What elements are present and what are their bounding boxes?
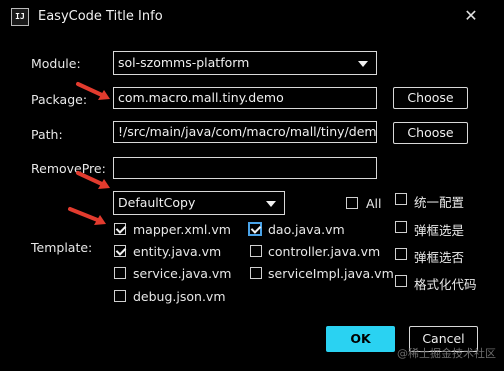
template-label-mapper: mapper.xml.vm (133, 222, 231, 237)
all-label: All (366, 196, 382, 211)
template-label-dao: dao.java.vm (268, 222, 345, 237)
close-icon[interactable]: ✕ (460, 5, 482, 27)
package-input[interactable]: com.macro.mall.tiny.demo (113, 87, 377, 109)
package-choose-button[interactable]: Choose (393, 87, 468, 109)
chevron-down-icon (266, 201, 276, 207)
annotation-arrow-icon (68, 207, 106, 225)
all-checkbox[interactable] (346, 197, 358, 209)
module-select[interactable]: sol-szomms-platform (113, 51, 377, 75)
title-bar: IJ EasyCode Title Info ✕ (0, 0, 504, 34)
intellij-icon: IJ (11, 8, 29, 26)
template-label: Template: (31, 240, 93, 255)
module-value: sol-szomms-platform (118, 55, 250, 70)
template-label-entity: entity.java.vm (133, 244, 222, 259)
module-label: Module: (31, 56, 81, 71)
template-label-controller: controller.java.vm (268, 244, 381, 259)
option-checkbox-unified-config[interactable] (395, 193, 407, 205)
removepre-input[interactable] (113, 157, 377, 179)
window-title: EasyCode Title Info (38, 9, 163, 24)
template-checkbox-dao[interactable] (248, 222, 262, 236)
watermark: @稀土掘金技术社区 (397, 347, 496, 360)
path-choose-button[interactable]: Choose (393, 122, 468, 144)
template-checkbox-service[interactable] (114, 267, 126, 279)
template-label-serviceimpl: serviceImpl.java.vm (268, 266, 394, 281)
ok-button[interactable]: OK (326, 326, 395, 352)
option-label-format-code: 格式化代码 (414, 277, 477, 292)
annotation-arrow-icon (76, 171, 110, 189)
template-label-service: service.java.vm (133, 266, 232, 281)
annotation-arrow-icon (76, 82, 110, 100)
template-checkbox-entity[interactable] (114, 245, 126, 257)
chevron-down-icon (358, 61, 368, 67)
template-checkbox-mapper[interactable] (114, 223, 126, 235)
template-checkbox-serviceimpl[interactable] (250, 267, 262, 279)
template-label-debug: debug.json.vm (133, 289, 226, 304)
template-checkbox-controller[interactable] (250, 245, 262, 257)
option-checkbox-popup-no[interactable] (395, 248, 407, 260)
template-checkbox-debug[interactable] (114, 290, 126, 302)
group-value: DefaultCopy (118, 195, 196, 210)
path-input[interactable]: !/src/main/java/com/macro/mall/tiny/demo (113, 121, 377, 143)
dialog: IJ EasyCode Title Info ✕ Module: sol-szo… (0, 0, 504, 371)
option-label-unified-config: 统一配置 (414, 195, 465, 210)
path-label: Path: (31, 127, 63, 142)
option-checkbox-popup-yes[interactable] (395, 221, 407, 233)
option-label-popup-yes: 弹框选是 (414, 223, 465, 238)
group-select[interactable]: DefaultCopy (113, 191, 285, 215)
option-label-popup-no: 弹框选否 (414, 250, 465, 265)
option-checkbox-format-code[interactable] (395, 275, 407, 287)
